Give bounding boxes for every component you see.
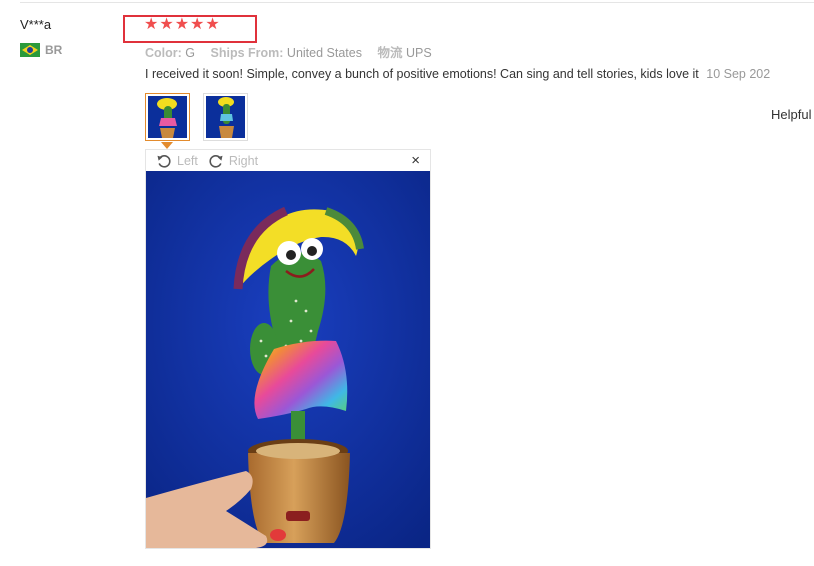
star-icon: ★ (205, 16, 220, 33)
rotate-left-label: Left (177, 153, 198, 168)
review-photo-thumbnail-image (206, 96, 245, 138)
star-rating: ★ ★ ★ ★ ★ (144, 16, 220, 34)
rotate-right-button[interactable]: Right (208, 153, 258, 169)
photo-viewer: Left Right × (145, 149, 431, 549)
rotate-left-icon (157, 154, 171, 168)
active-thumbnail-pointer (161, 142, 173, 149)
star-icon: ★ (144, 16, 159, 33)
reviewer-name: V***a (20, 17, 52, 32)
review-body: I received it soon! Simple, convey a bun… (145, 67, 814, 81)
helpful-button[interactable]: Helpful (771, 107, 811, 122)
rotate-right-icon (209, 154, 223, 168)
star-icon: ★ (190, 16, 205, 33)
top-divider (20, 2, 814, 3)
color-label: Color: (145, 46, 182, 60)
ships-from-label: Ships From: (210, 46, 284, 60)
country-code: BR (45, 43, 63, 57)
carrier-label: 物流 (377, 46, 403, 60)
close-icon[interactable]: × (411, 152, 420, 169)
reviewer-country: BR (20, 43, 62, 57)
review-photo-thumbnail-1[interactable] (145, 93, 190, 141)
rotate-left-button[interactable]: Left (156, 153, 198, 169)
star-icon: ★ (174, 16, 190, 33)
rotate-right-label: Right (228, 153, 259, 168)
review-photo-thumbnail-2[interactable] (203, 93, 248, 141)
review-text: I received it soon! Simple, convey a bun… (145, 67, 699, 81)
review-photo-large (146, 171, 430, 548)
carrier-value: UPS (405, 46, 432, 60)
star-icon: ★ (159, 16, 174, 33)
review-photo-thumbnail-image (148, 96, 187, 138)
ships-from-value: United States (286, 46, 362, 60)
photo-viewer-toolbar: Left Right × (146, 150, 430, 171)
review-meta: Color: G Ships From: United States 物流 UP… (145, 42, 444, 61)
review-date: 10 Sep 202 (706, 67, 771, 81)
brazil-flag-icon (20, 43, 40, 57)
color-value: G (185, 46, 196, 60)
